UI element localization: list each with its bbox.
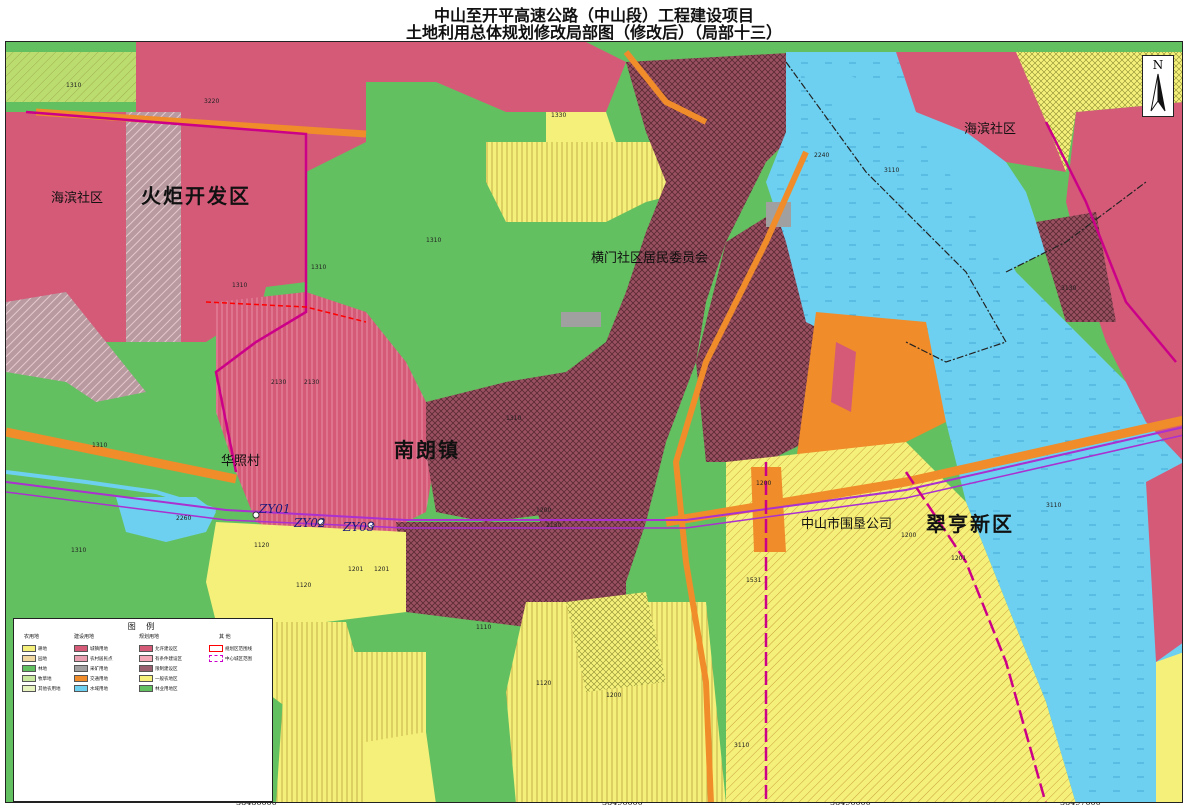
land-code: 2260: [176, 515, 192, 522]
land-code: 3220: [204, 98, 220, 105]
legend-swatch-urban: [74, 645, 88, 652]
sw-farmland-small: [366, 732, 436, 802]
place-label-haibin-east: 海滨社区: [964, 122, 1017, 137]
legend-item: 耕地: [22, 645, 47, 652]
land-code: 3110: [734, 742, 750, 749]
legend-swatch-general-farm: [139, 675, 153, 682]
land-code: 1200: [901, 532, 917, 539]
legend-item: 限制建设区: [139, 665, 178, 672]
legend-title: 图 例: [127, 622, 159, 631]
land-code: 1310: [232, 282, 248, 289]
legend-item: 城镇用地: [74, 645, 108, 652]
legend-swatch-pasture: [22, 675, 36, 682]
north-label: N: [1152, 58, 1164, 72]
legend-swatch-other-agri: [22, 685, 36, 692]
legend-item: 水域用地: [74, 685, 108, 692]
legend-header-agri: 农用地: [24, 634, 40, 640]
map-legend: 图 例 农用地 建设用地 规划用地 其 他 耕地 园地 林地 牧草地 其他农用地…: [13, 618, 273, 802]
nw-greenhatch: [6, 52, 136, 102]
legend-item: 其他农用地: [22, 685, 61, 692]
land-code: 1120: [296, 582, 312, 589]
legend-header-planning: 规划用地: [139, 634, 160, 640]
land-code: 1310: [92, 442, 108, 449]
legend-item: 农村居民点: [74, 655, 113, 662]
legend-item: 中心城区范围: [209, 655, 252, 662]
land-code: 1120: [536, 680, 552, 687]
legend-item: 规划区范围线: [209, 645, 252, 652]
legend-item: 采矿用地: [74, 665, 108, 672]
land-code: 1310: [311, 264, 327, 271]
legend-swatch-plan-boundary: [209, 645, 223, 652]
place-label-cuiheng: 翠亨新区: [926, 512, 1014, 536]
legend-item: 一般农地区: [139, 675, 178, 682]
legend-swatch-farmland: [22, 645, 36, 652]
legend-item: 园地: [22, 655, 47, 662]
legend-item: 林业用地区: [139, 685, 178, 692]
land-code: 1201: [951, 555, 967, 562]
land-code: 3110: [884, 167, 900, 174]
land-code: 1310: [66, 82, 82, 89]
land-code: 3110: [1046, 502, 1062, 509]
place-label-huoju: 火炬开发区: [141, 184, 251, 208]
land-code: 1200: [606, 692, 622, 699]
legend-swatch-village: [74, 655, 88, 662]
route-label-zy03: ZY03: [343, 520, 375, 534]
legend-item: 交通用地: [74, 675, 108, 682]
legend-swatch-water: [74, 685, 88, 692]
land-code: 1531: [746, 577, 762, 584]
legend-swatch-mining: [74, 665, 88, 672]
land-code: 2130: [271, 379, 287, 386]
legend-item: 林地: [22, 665, 47, 672]
north-arrow: N: [1142, 55, 1174, 117]
sw-farmland: [206, 522, 406, 632]
land-code: 1200: [536, 507, 552, 514]
land-code: 1200: [756, 480, 772, 487]
land-code: 2240: [814, 152, 830, 159]
legend-item: 允许建设区: [139, 645, 178, 652]
land-code: 1110: [476, 624, 492, 631]
land-code: 1120: [254, 542, 270, 549]
land-code: 3130: [1061, 285, 1077, 292]
east-bottom-yellow: [1156, 652, 1182, 802]
map-title-line2: 土地利用总体规划修改局部图（修改后）（局部十三）: [405, 23, 782, 42]
place-label-hengmen: 横门社区居民委员会: [591, 251, 709, 266]
land-code: 2130: [546, 522, 562, 529]
legend-swatch-forest: [22, 665, 36, 672]
legend-swatch-garden: [22, 655, 36, 662]
legend-swatch-allowed: [139, 645, 153, 652]
route-label-zy01: ZY01: [259, 502, 291, 516]
land-code: 1330: [551, 112, 567, 119]
legend-swatch-conditional: [139, 655, 153, 662]
grey-block-2: [561, 312, 601, 327]
legend-swatch-central-city: [209, 655, 223, 662]
land-code: 1310: [506, 415, 522, 422]
land-code: 1201: [348, 566, 364, 573]
land-code: 1201: [374, 566, 390, 573]
legend-item: 有条件建设区: [139, 655, 182, 662]
place-label-weiken: 中山市围垦公司: [801, 517, 893, 532]
place-label-huatou: 华照村: [221, 454, 261, 469]
land-code: 1310: [71, 547, 87, 554]
legend-header-other: 其 他: [219, 634, 231, 640]
land-code: 1310: [426, 237, 442, 244]
legend-swatch-forestry: [139, 685, 153, 692]
route-label-zy02: ZY02: [294, 516, 326, 530]
legend-swatch-restricted: [139, 665, 153, 672]
nw-hatch-zone: [126, 112, 181, 342]
legend-header-construction: 建设用地: [74, 634, 95, 640]
legend-item: 牧草地: [22, 675, 52, 682]
place-label-haibin-west: 海滨社区: [51, 191, 104, 206]
nw-top-urban: [136, 42, 366, 50]
land-code: 2130: [304, 379, 320, 386]
legend-swatch-transport: [74, 675, 88, 682]
place-label-nanlang: 南朗镇: [394, 438, 460, 462]
